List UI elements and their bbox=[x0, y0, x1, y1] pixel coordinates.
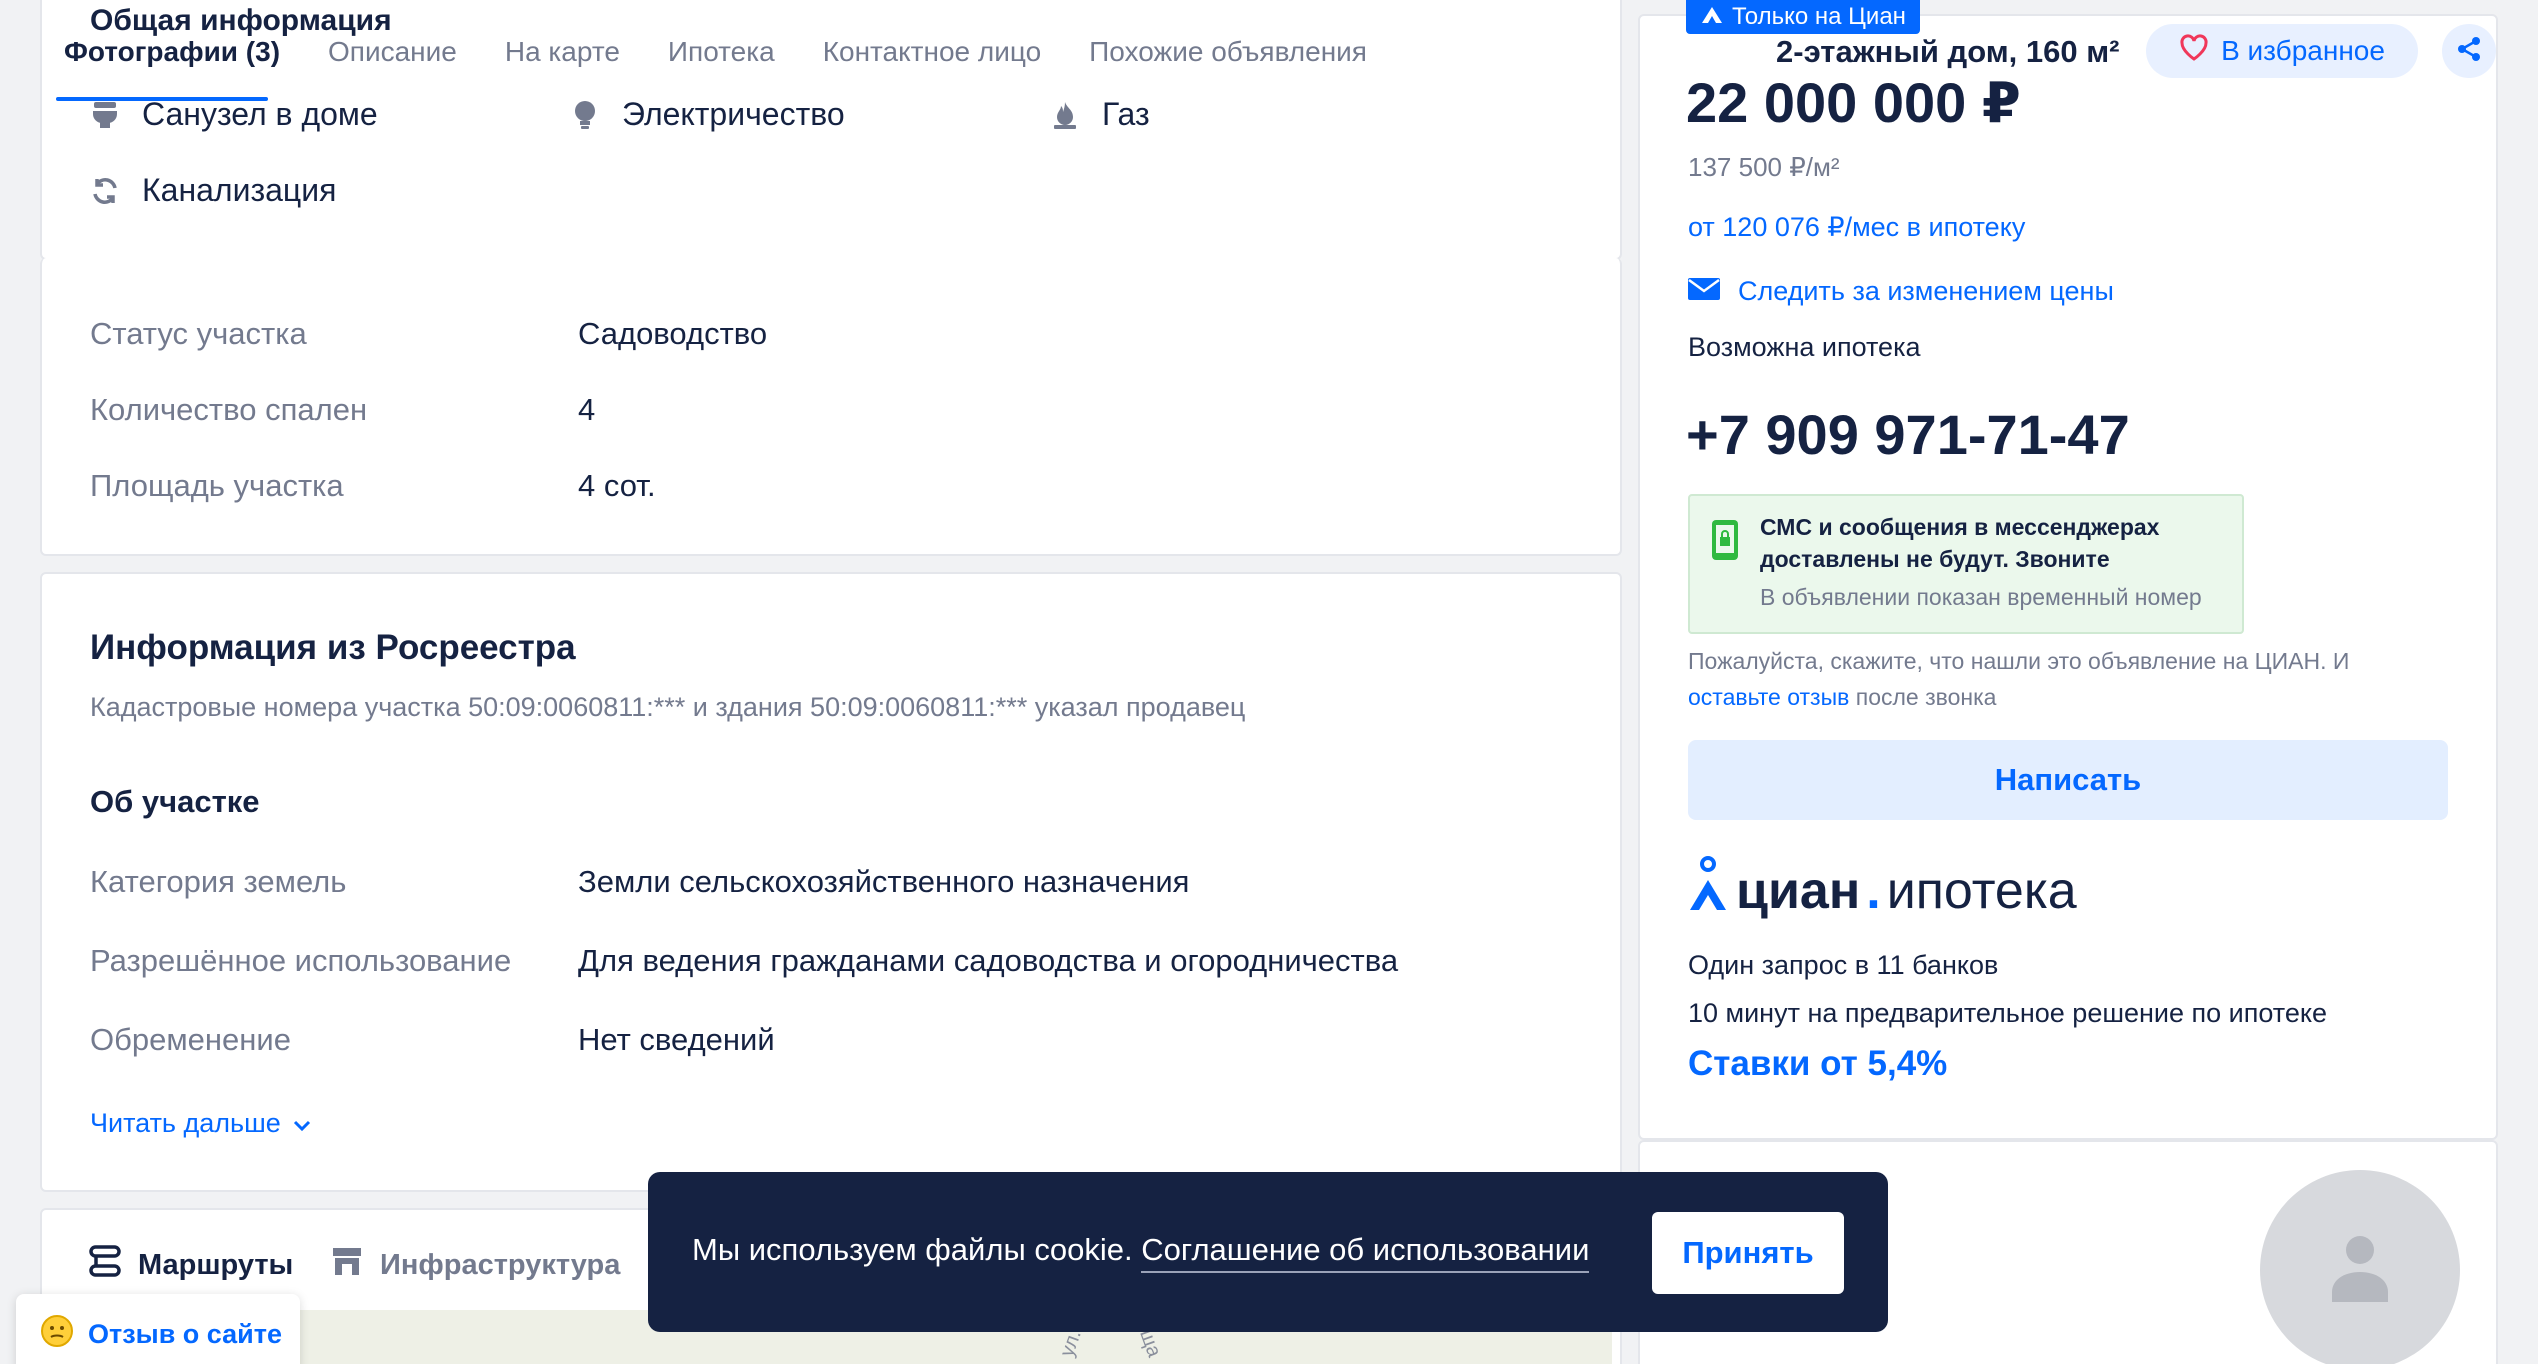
read-more-link[interactable]: Читать дальше bbox=[90, 1108, 311, 1139]
temp-number-note: В объявлении показан временный номер bbox=[1760, 584, 2202, 610]
cian-pin-icon bbox=[1686, 854, 1730, 917]
read-more-label: Читать дальше bbox=[90, 1108, 281, 1138]
rosreestr-title: Информация из Росреестра bbox=[90, 628, 576, 667]
chevron-down-icon bbox=[293, 1108, 311, 1139]
amenity-electricity: Электричество bbox=[568, 96, 845, 133]
track-price-label: Следить за изменением цены bbox=[1738, 276, 2114, 306]
only-cian-badge: Только на Циан bbox=[1686, 0, 1920, 34]
cookie-text: Мы используем файлы cookie. bbox=[692, 1232, 1133, 1267]
detail-value: 4 bbox=[578, 392, 596, 427]
offer-title: 2-этажный дом, 160 м² bbox=[1776, 34, 2120, 69]
phone-number[interactable]: +7 909 971-71-47 bbox=[1686, 402, 2130, 467]
amenity-toilet: Санузел в доме bbox=[88, 96, 378, 133]
shop-icon bbox=[330, 1244, 364, 1286]
avatar bbox=[2260, 1170, 2460, 1364]
mortgage-possible: Возможна ипотека bbox=[1688, 332, 1921, 362]
cadastral-text: Кадастровые номера участка 50:09:0060811… bbox=[90, 692, 1246, 722]
amenity-sewer: Канализация bbox=[88, 172, 336, 209]
routes-icon bbox=[88, 1244, 122, 1286]
price-per-meter: 137 500 ₽/м² bbox=[1688, 152, 1840, 182]
plot-label: Обременение bbox=[90, 1022, 291, 1057]
tab-routes[interactable]: Маршруты bbox=[88, 1244, 293, 1286]
share-button[interactable] bbox=[2442, 24, 2496, 78]
amenity-gas: Газ bbox=[1048, 96, 1150, 133]
detail-label: Площадь участка bbox=[90, 468, 344, 503]
mail-icon bbox=[1688, 276, 1720, 307]
write-button[interactable]: Написать bbox=[1688, 740, 2448, 820]
tab-similar[interactable]: Похожие объявления bbox=[1089, 36, 1367, 68]
toilet-icon bbox=[88, 98, 122, 132]
user-icon bbox=[2328, 1232, 2392, 1309]
track-price-link[interactable]: Следить за изменением цены bbox=[1688, 276, 2114, 307]
feedback-label: Отзыв о сайте bbox=[88, 1318, 282, 1349]
tab-map[interactable]: На карте bbox=[505, 36, 620, 68]
logo-word-mortgage: ипотека bbox=[1886, 862, 2077, 920]
tab-infrastructure[interactable]: Инфраструктура bbox=[330, 1244, 620, 1286]
detail-value: 4 сот. bbox=[578, 468, 656, 503]
detail-value: Садоводство bbox=[578, 316, 768, 351]
amenity-label: Канализация bbox=[142, 172, 337, 208]
heart-icon bbox=[2179, 33, 2209, 69]
cookie-agreement-link[interactable]: Соглашение об использовании bbox=[1141, 1232, 1590, 1273]
plot-subtitle: Об участке bbox=[90, 784, 260, 819]
price: 22 000 000 ₽ bbox=[1686, 71, 2021, 134]
sms-warning-box: СМС и сообщения в мессенджерах доставлен… bbox=[1688, 494, 2244, 634]
sewer-icon bbox=[88, 174, 122, 208]
tab-mortgage[interactable]: Ипотека bbox=[668, 36, 775, 68]
tab-bar: Фотографии (3) Описание На карте Ипотека… bbox=[64, 36, 1367, 68]
cian-mortgage-logo[interactable]: циан . ипотека bbox=[1686, 854, 2077, 917]
cian-logo-icon bbox=[1700, 3, 1724, 32]
favorite-label: В избранное bbox=[2221, 35, 2385, 66]
tab-label: Инфраструктура bbox=[380, 1248, 621, 1281]
badge-label: Только на Циан bbox=[1732, 3, 1906, 30]
plot-value: Для ведения гражданами садоводства и ого… bbox=[578, 943, 1399, 978]
mortgage-from-link[interactable]: от 120 076 ₽/мес в ипотеку bbox=[1688, 212, 2025, 243]
plot-value: Земли сельскохозяйственного назначения bbox=[578, 864, 1190, 899]
amenity-label: Электричество bbox=[622, 96, 845, 132]
please-say-text: Пожалуйста, скажите, что нашли это объяв… bbox=[1688, 648, 2350, 674]
amenity-label: Газ bbox=[1102, 96, 1150, 132]
site-feedback-button[interactable]: Отзыв о сайте bbox=[16, 1294, 300, 1364]
logo-dot: . bbox=[1866, 862, 1881, 920]
after-call-text: после звонка bbox=[1855, 684, 1997, 710]
detail-label: Количество спален bbox=[90, 392, 368, 427]
emoji-icon bbox=[40, 1314, 74, 1355]
amenity-label: Санузел в доме bbox=[142, 96, 378, 132]
tab-label: Маршруты bbox=[138, 1248, 294, 1281]
logo-word-cian: циан bbox=[1736, 862, 1861, 920]
section-title-general: Общая информация bbox=[90, 4, 392, 37]
favorite-button[interactable]: В избранное bbox=[2146, 24, 2418, 78]
share-icon bbox=[2456, 36, 2482, 67]
cookie-accept-button[interactable]: Принять bbox=[1652, 1212, 1844, 1294]
tab-photos[interactable]: Фотографии (3) bbox=[64, 36, 280, 68]
cookie-banner: Мы используем файлы cookie. Соглашение о… bbox=[648, 1172, 1888, 1332]
sms-warning-line2: доставлены не будут. Звоните bbox=[1760, 546, 2110, 572]
tab-contact[interactable]: Контактное лицо bbox=[823, 36, 1041, 68]
plot-label: Категория земель bbox=[90, 864, 347, 899]
plot-value: Нет сведений bbox=[578, 1022, 775, 1057]
cookie-text-line: Мы используем файлы cookie. Соглашение о… bbox=[692, 1232, 1590, 1273]
tab-description[interactable]: Описание bbox=[328, 36, 457, 68]
plot-label: Разрешённое использование bbox=[90, 943, 512, 978]
leave-review-link[interactable]: оставьте отзыв bbox=[1688, 684, 1849, 710]
mortgage-line1: Один запрос в 11 банков bbox=[1688, 950, 1999, 980]
detail-label: Статус участка bbox=[90, 316, 307, 351]
mortgage-line2: 10 минут на предварительное решение по и… bbox=[1688, 998, 2327, 1028]
review-line: оставьте отзыв после звонка bbox=[1688, 684, 1996, 711]
sms-warning-line1: СМС и сообщения в мессенджерах bbox=[1760, 514, 2160, 540]
mortgage-rates-link[interactable]: Ставки от 5,4% bbox=[1688, 1044, 1947, 1084]
phone-lock-icon bbox=[1710, 518, 1740, 567]
bulb-icon bbox=[568, 98, 602, 132]
gas-icon bbox=[1048, 98, 1082, 132]
